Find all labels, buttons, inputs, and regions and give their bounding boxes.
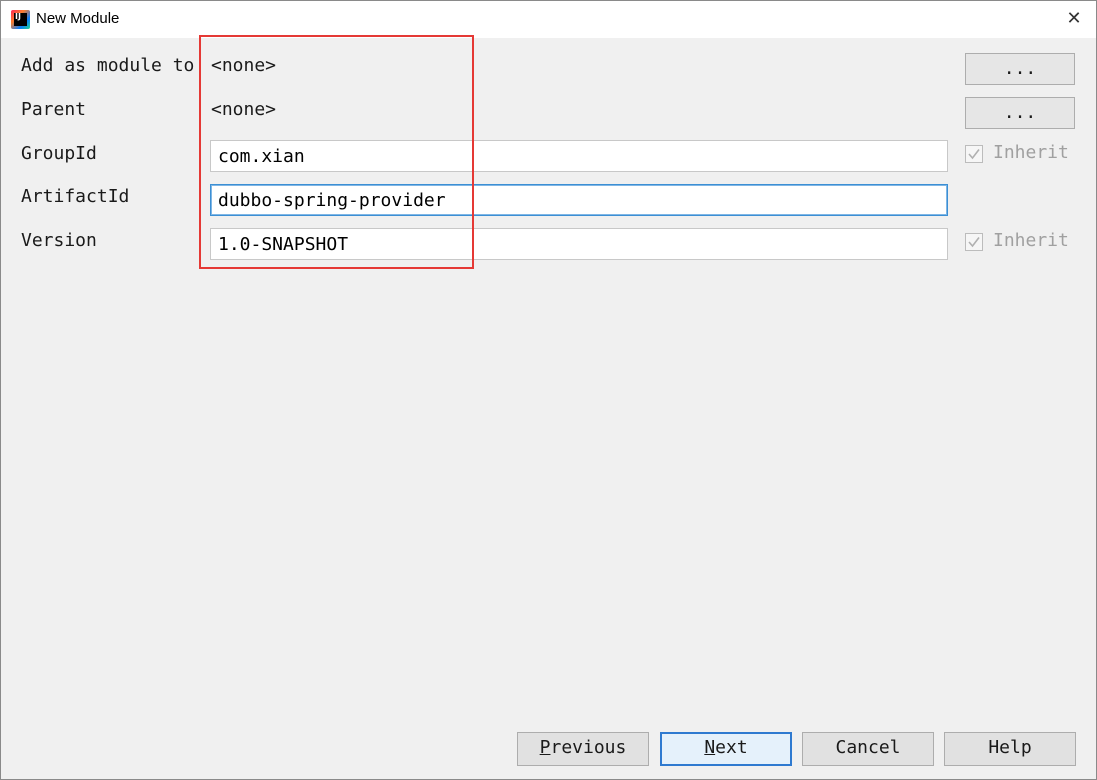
previous-button[interactable]: Previous bbox=[517, 732, 649, 766]
title-bar: IJ New Module ✕ bbox=[1, 1, 1096, 38]
artifact-id-input[interactable] bbox=[211, 185, 938, 215]
group-id-input[interactable] bbox=[211, 141, 938, 171]
group-id-field[interactable] bbox=[210, 140, 948, 172]
parent-browse-button[interactable]: ... bbox=[965, 97, 1075, 129]
version-input[interactable] bbox=[211, 229, 938, 259]
next-label: ext bbox=[715, 737, 748, 758]
version-label: Version bbox=[21, 230, 97, 251]
next-button[interactable]: Next bbox=[660, 732, 792, 766]
group-id-label: GroupId bbox=[21, 143, 97, 164]
intellij-idea-icon: IJ bbox=[11, 10, 30, 29]
previous-label: revious bbox=[550, 737, 627, 758]
artifact-id-field[interactable] bbox=[210, 184, 948, 216]
add-as-module-value: <none> bbox=[211, 55, 277, 76]
checkbox-check-icon bbox=[965, 233, 983, 251]
window-title: New Module bbox=[36, 10, 120, 27]
next-mnemonic: N bbox=[704, 737, 716, 758]
new-module-dialog: IJ New Module ✕ Add as module to <none> … bbox=[0, 0, 1097, 780]
group-id-inherit-label: Inherit bbox=[993, 142, 1069, 163]
parent-value: <none> bbox=[211, 99, 277, 120]
parent-label: Parent bbox=[21, 99, 87, 120]
version-inherit-label: Inherit bbox=[993, 230, 1069, 251]
previous-mnemonic: P bbox=[539, 737, 551, 758]
add-as-module-label: Add as module to bbox=[21, 55, 195, 76]
cancel-button[interactable]: Cancel bbox=[802, 732, 934, 766]
version-field[interactable] bbox=[210, 228, 948, 260]
help-button[interactable]: Help bbox=[944, 732, 1076, 766]
close-icon[interactable]: ✕ bbox=[1062, 7, 1086, 31]
artifact-id-label: ArtifactId bbox=[21, 186, 130, 207]
add-as-module-browse-button[interactable]: ... bbox=[965, 53, 1075, 85]
checkbox-check-icon bbox=[965, 145, 983, 163]
